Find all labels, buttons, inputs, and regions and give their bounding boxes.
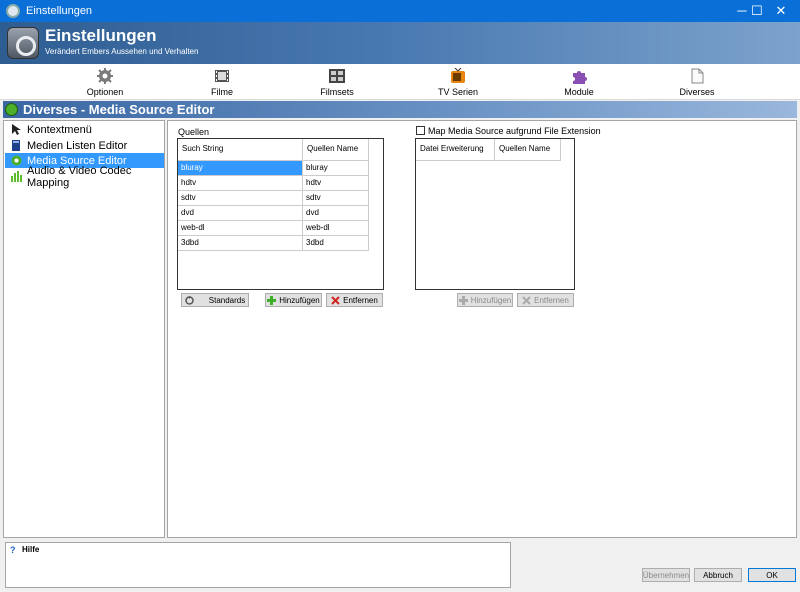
help-panel: ? Hilfe — [5, 542, 511, 588]
plus-icon — [458, 295, 468, 305]
header-banner: Einstellungen Verändert Embers Aussehen … — [0, 22, 800, 64]
toolbar-filme[interactable]: Filme — [182, 66, 262, 98]
media-source-editor-panel: Quellen Such String Quellen Name bluray … — [167, 120, 797, 538]
nav-item-label: Medien Listen Editor — [27, 139, 128, 152]
gear-icon — [97, 68, 113, 84]
column-header-file-extension[interactable]: Datei Erweiterung — [416, 139, 495, 161]
standards-button[interactable]: Standards — [181, 293, 249, 307]
sources-label: Quellen — [178, 127, 210, 137]
column-header-source-name[interactable]: Quellen Name — [303, 139, 369, 161]
column-header-search-string[interactable]: Such String — [178, 139, 303, 161]
help-title: Hilfe — [22, 545, 40, 554]
filmset-icon — [329, 69, 345, 83]
table-cell[interactable]: bluray — [303, 161, 369, 176]
puzzle-icon — [573, 71, 587, 84]
table-cell[interactable]: hdtv — [303, 176, 369, 191]
settings-nav: Kontextmenü Medien Listen Editor Media S… — [3, 120, 165, 538]
section-title: Diverses - Media Source Editor — [23, 102, 215, 117]
toolbar-tv-serien[interactable]: TV Serien — [418, 66, 498, 98]
toolbar-label: Filme — [211, 87, 233, 97]
app-icon — [6, 4, 20, 18]
table-cell[interactable]: 3dbd — [178, 236, 303, 251]
window-title: Einstellungen — [26, 5, 93, 17]
table-cell[interactable]: dvd — [303, 206, 369, 221]
toolbar-module[interactable]: Module — [539, 66, 619, 98]
toolbar-label: Filmsets — [320, 87, 354, 97]
remove-icon — [522, 295, 531, 305]
button-label: Entfernen — [534, 295, 569, 305]
button-label: Hinzufügen — [470, 295, 512, 305]
toolbar-filmsets[interactable]: Filmsets — [297, 66, 377, 98]
media-source-icon — [5, 103, 18, 116]
ok-button[interactable]: OK — [748, 568, 796, 582]
table-cell[interactable]: web-dl — [178, 221, 303, 236]
toolbar-label: Module — [564, 87, 594, 97]
section-header: Diverses - Media Source Editor — [3, 101, 797, 118]
plus-icon — [267, 295, 277, 305]
banner-title: Einstellungen — [45, 26, 157, 45]
nav-item-audio-video-codec-mapping[interactable]: Audio & Video Codec Mapping — [5, 165, 164, 189]
nav-item-label: Kontextmenü — [27, 123, 92, 136]
extension-grid[interactable]: Datei Erweiterung Quellen Name — [415, 138, 575, 290]
table-cell[interactable]: hdtv — [178, 176, 303, 191]
add-source-button[interactable]: Hinzufügen — [265, 293, 322, 307]
column-header-source-name[interactable]: Quellen Name — [495, 139, 561, 161]
remove-source-button[interactable]: Entfernen — [326, 293, 383, 307]
map-extension-checkbox[interactable] — [416, 126, 425, 135]
document-icon — [691, 68, 704, 84]
settings-icon — [7, 27, 39, 59]
remove-extension-button[interactable]: Entfernen — [517, 293, 574, 307]
reset-icon — [185, 295, 194, 305]
apply-button[interactable]: Übernehmen — [642, 568, 690, 582]
nav-item-medien-listen-editor[interactable]: Medien Listen Editor — [5, 138, 164, 153]
settings-toolbar: Optionen Filme Filmsets TV Serien Module… — [0, 64, 800, 100]
table-cell[interactable]: sdtv — [178, 191, 303, 206]
table-cell[interactable]: bluray — [178, 161, 303, 176]
map-extension-label: Map Media Source aufgrund File Extension — [428, 126, 601, 136]
tv-icon — [451, 68, 465, 83]
title-bar: Einstellungen ─ ☐ ✕ — [0, 0, 800, 22]
table-cell[interactable]: 3dbd — [303, 236, 369, 251]
equalizer-icon — [11, 171, 22, 182]
book-icon — [12, 140, 20, 151]
media-source-icon — [11, 155, 22, 166]
add-extension-button[interactable]: Hinzufügen — [457, 293, 513, 307]
close-button[interactable]: ✕ — [762, 0, 800, 22]
table-cell[interactable]: sdtv — [303, 191, 369, 206]
toolbar-diverses[interactable]: Diverses — [657, 66, 737, 98]
button-label: Hinzufügen — [279, 295, 320, 305]
nav-item-kontextmenu[interactable]: Kontextmenü — [5, 122, 164, 137]
sources-grid[interactable]: Such String Quellen Name bluray bluray h… — [177, 138, 384, 290]
toolbar-label: Diverses — [679, 87, 715, 97]
nav-item-label: Audio & Video Codec Mapping — [27, 164, 132, 189]
toolbar-label: Optionen — [86, 87, 124, 97]
banner-subtitle: Verändert Embers Aussehen und Verhalten — [45, 47, 199, 56]
button-label: Standards — [208, 295, 246, 305]
table-cell[interactable]: dvd — [178, 206, 303, 221]
cancel-button[interactable]: Abbruch — [694, 568, 742, 582]
button-label: Entfernen — [343, 295, 378, 305]
toolbar-optionen[interactable]: Optionen — [65, 66, 145, 98]
film-icon — [215, 70, 229, 82]
toolbar-label: TV Serien — [437, 87, 479, 97]
help-icon: ? — [10, 545, 16, 555]
table-cell[interactable]: web-dl — [303, 221, 369, 236]
pointer-icon — [12, 124, 21, 135]
remove-icon — [331, 295, 340, 305]
